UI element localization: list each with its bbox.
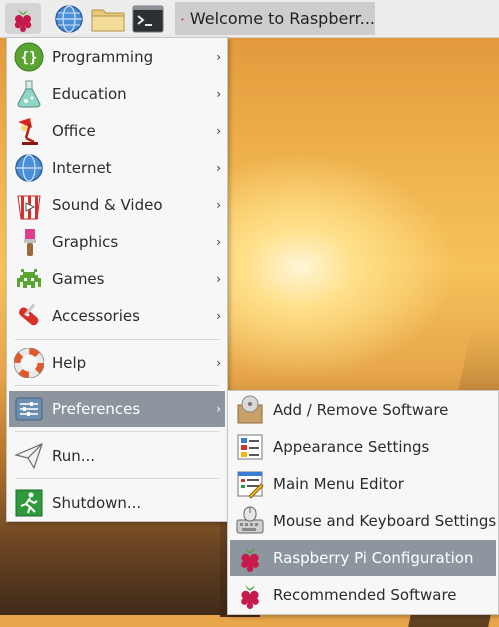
menu-item-recommended-software[interactable]: Recommended Software — [230, 577, 496, 613]
raspberry-icon — [234, 542, 266, 574]
submenu-arrow-icon: › — [216, 124, 221, 138]
menu-item-office[interactable]: Office › — [9, 113, 225, 149]
submenu-arrow-icon: › — [216, 235, 221, 249]
preferences-submenu: Add / Remove Software Appearance Setting… — [227, 390, 499, 615]
menu-item-label: Raspberry Pi Configuration — [273, 549, 474, 567]
lamp-icon — [13, 115, 45, 147]
package-icon — [234, 394, 266, 426]
menu-item-label: Add / Remove Software — [273, 401, 449, 419]
taskbar-window-button[interactable]: Welcome to Raspberr... — [175, 2, 375, 35]
space-invader-icon — [13, 263, 45, 295]
flask-icon — [13, 78, 45, 110]
menu-item-shutdown[interactable]: Shutdown... — [9, 485, 225, 521]
submenu-arrow-icon: › — [216, 161, 221, 175]
submenu-arrow-icon: › — [216, 272, 221, 286]
menu-item-accessories[interactable]: Accessories › — [9, 298, 225, 334]
menu-item-label: Office — [52, 122, 96, 140]
menu-item-label: Sound & Video — [52, 196, 163, 214]
file-manager-button[interactable] — [90, 3, 126, 34]
menu-item-sound-video[interactable]: Sound & Video › — [9, 187, 225, 223]
taskbar: Welcome to Raspberr... — [0, 0, 499, 38]
menu-separator — [15, 385, 219, 386]
menu-item-label: Programming — [52, 48, 154, 66]
submenu-arrow-icon: › — [216, 309, 221, 323]
svg-text:{}: {} — [21, 50, 38, 66]
globe-icon — [13, 152, 45, 184]
menu-item-label: Run... — [52, 447, 96, 465]
applications-menu: {} Programming › Education › Office › In… — [6, 37, 228, 522]
menu-item-label: Education — [52, 85, 127, 103]
submenu-arrow-icon: › — [216, 50, 221, 64]
submenu-arrow-icon: › — [216, 356, 221, 370]
taskbar-window-title: Welcome to Raspberr... — [189, 9, 375, 28]
terminal-icon — [132, 5, 164, 32]
menu-item-label: Recommended Software — [273, 586, 457, 604]
menu-item-label: Preferences — [52, 400, 141, 418]
menu-item-raspberry-pi-configuration[interactable]: Raspberry Pi Configuration — [230, 540, 496, 576]
menu-item-preferences[interactable]: Preferences › — [9, 391, 225, 427]
submenu-arrow-icon: › — [216, 198, 221, 212]
sliders-icon — [13, 393, 45, 425]
menu-item-run[interactable]: Run... — [9, 438, 225, 474]
menu-item-education[interactable]: Education › — [9, 76, 225, 112]
submenu-arrow-icon: › — [216, 402, 221, 416]
menu-item-add-remove-software[interactable]: Add / Remove Software — [230, 392, 496, 428]
globe-icon — [55, 4, 83, 33]
folder-icon — [91, 9, 125, 31]
menu-separator — [15, 431, 219, 432]
menu-item-label: Help — [52, 354, 87, 372]
swiss-knife-icon — [13, 300, 45, 332]
applications-menu-button[interactable] — [5, 3, 41, 34]
menu-item-label: Games — [52, 270, 105, 288]
menu-item-graphics[interactable]: Graphics › — [9, 224, 225, 260]
popcorn-icon — [13, 189, 45, 221]
menu-item-label: Graphics — [52, 233, 119, 251]
menu-item-label: Shutdown... — [52, 494, 142, 512]
palette-icon — [234, 431, 266, 463]
paintbrush-icon — [13, 226, 45, 258]
menu-item-label: Internet — [52, 159, 112, 177]
menu-separator — [15, 478, 219, 479]
lifebuoy-icon — [13, 347, 45, 379]
menu-separator — [15, 339, 219, 340]
menu-item-mouse-keyboard-settings[interactable]: Mouse and Keyboard Settings — [230, 503, 496, 539]
braces-icon: {} — [13, 41, 45, 73]
raspberry-icon — [181, 17, 184, 21]
exit-icon — [13, 487, 45, 519]
menu-item-internet[interactable]: Internet › — [9, 150, 225, 186]
menu-item-label: Main Menu Editor — [273, 475, 404, 493]
raspberry-icon — [234, 579, 266, 611]
menu-item-programming[interactable]: {} Programming › — [9, 39, 225, 75]
web-browser-button[interactable] — [52, 3, 86, 34]
menu-item-help[interactable]: Help › — [9, 345, 225, 381]
menu-item-label: Mouse and Keyboard Settings — [273, 512, 497, 530]
menu-item-label: Accessories — [52, 307, 140, 325]
paper-plane-icon — [13, 440, 45, 472]
menu-item-main-menu-editor[interactable]: Main Menu Editor — [230, 466, 496, 502]
raspberry-icon — [14, 8, 32, 32]
menu-item-appearance-settings[interactable]: Appearance Settings — [230, 429, 496, 465]
submenu-arrow-icon: › — [216, 87, 221, 101]
menu-item-games[interactable]: Games › — [9, 261, 225, 297]
menu-item-label: Appearance Settings — [273, 438, 430, 456]
terminal-button[interactable] — [130, 3, 166, 34]
menu-editor-icon — [234, 468, 266, 500]
keyboard-mouse-icon — [234, 505, 266, 537]
